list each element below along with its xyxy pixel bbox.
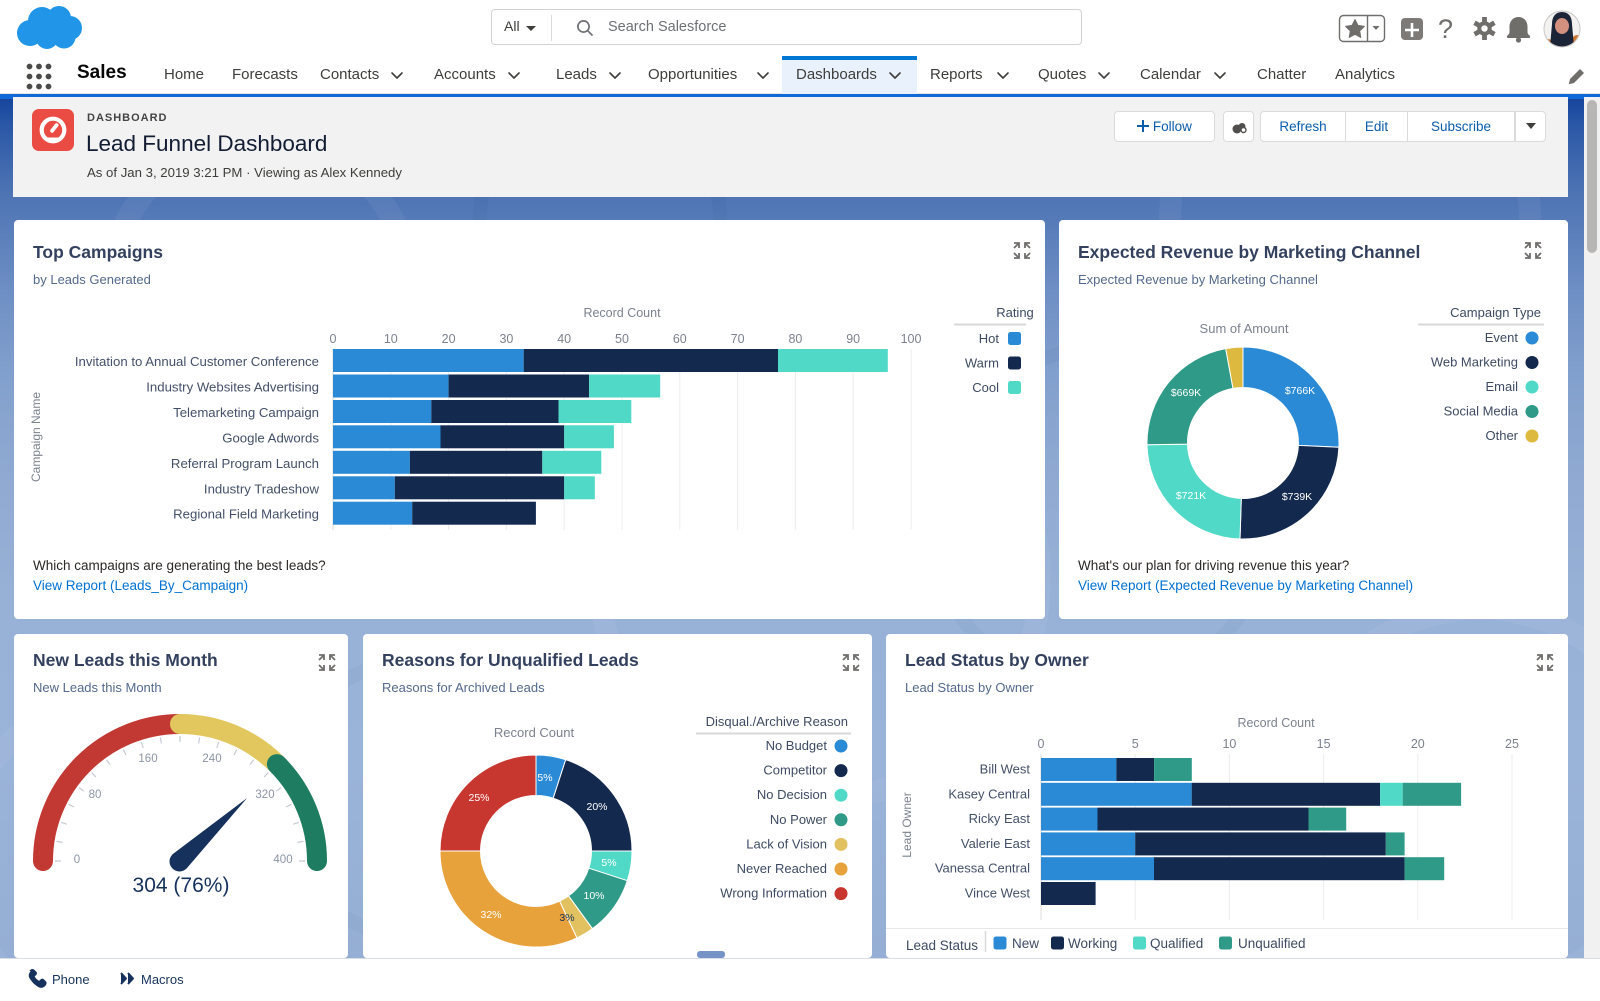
svg-text:Referral Program Launch: Referral Program Launch (171, 456, 319, 471)
svg-text:32%: 32% (480, 909, 501, 921)
svg-text:?: ? (1438, 14, 1453, 44)
svg-text:Competitor: Competitor (763, 763, 827, 778)
svg-text:160: 160 (138, 753, 157, 765)
svg-text:Vince West: Vince West (965, 886, 1031, 901)
svg-text:Campaign Name: Campaign Name (29, 392, 43, 482)
svg-text:Which campaigns are generating: Which campaigns are generating the best … (33, 558, 326, 573)
svg-text:Record Count: Record Count (1237, 716, 1315, 730)
svg-text:Ricky East: Ricky East (969, 811, 1031, 826)
svg-text:30: 30 (499, 332, 513, 346)
svg-text:Warm: Warm (965, 356, 999, 371)
svg-text:No Power: No Power (770, 812, 828, 827)
svg-text:320: 320 (255, 789, 274, 801)
svg-text:10%: 10% (583, 890, 604, 902)
svg-text:10: 10 (384, 332, 398, 346)
svg-text:90: 90 (846, 332, 860, 346)
svg-text:$721K: $721K (1176, 490, 1206, 502)
svg-text:Lack of Vision: Lack of Vision (746, 836, 827, 851)
svg-text:20: 20 (1411, 737, 1425, 751)
svg-text:Disqual./Archive Reason: Disqual./Archive Reason (706, 714, 848, 729)
svg-text:25%: 25% (468, 792, 489, 804)
svg-text:Invitation to Annual Customer: Invitation to Annual Customer Conference (75, 354, 319, 369)
svg-text:Lead Status: Lead Status (906, 938, 978, 953)
svg-text:Working: Working (1068, 936, 1117, 951)
svg-text:Kasey Central: Kasey Central (948, 786, 1030, 801)
svg-text:$739K: $739K (1282, 491, 1312, 503)
svg-text:3%: 3% (559, 912, 574, 924)
svg-text:Record Count: Record Count (583, 306, 661, 320)
svg-text:Google Adwords: Google Adwords (222, 430, 319, 445)
svg-text:Industry Websites Advertising: Industry Websites Advertising (146, 380, 319, 395)
svg-text:View Report (Leads_By_Campaign: View Report (Leads_By_Campaign) (33, 578, 248, 593)
svg-text:Rating: Rating (996, 305, 1034, 320)
svg-text:View Report (Expected Revenue: View Report (Expected Revenue by Marketi… (1078, 578, 1413, 593)
svg-text:Hot: Hot (979, 331, 1000, 346)
svg-text:Telemarketing Campaign: Telemarketing Campaign (173, 405, 319, 420)
svg-text:Other: Other (1485, 428, 1518, 443)
svg-text:5%: 5% (537, 772, 552, 784)
svg-text:40: 40 (557, 332, 571, 346)
svg-text:240: 240 (202, 753, 221, 765)
svg-text:Social Media: Social Media (1444, 404, 1519, 419)
svg-text:No Decision: No Decision (757, 787, 827, 802)
svg-text:Regional Field Marketing: Regional Field Marketing (173, 507, 319, 522)
svg-text:50: 50 (615, 332, 629, 346)
svg-text:Record Count: Record Count (494, 725, 575, 740)
svg-text:20%: 20% (586, 801, 607, 813)
svg-text:400: 400 (273, 854, 292, 866)
svg-text:0: 0 (1038, 737, 1045, 751)
svg-text:304 (76%): 304 (76%) (133, 874, 230, 897)
svg-text:Web Marketing: Web Marketing (1431, 355, 1518, 370)
svg-text:70: 70 (731, 332, 745, 346)
svg-text:Unqualified: Unqualified (1238, 936, 1306, 951)
svg-text:60: 60 (673, 332, 687, 346)
svg-text:$766K: $766K (1285, 385, 1315, 397)
svg-text:New: New (1012, 936, 1039, 951)
svg-text:Vanessa Central: Vanessa Central (935, 861, 1030, 876)
svg-text:Qualified: Qualified (1150, 936, 1203, 951)
svg-text:5%: 5% (601, 857, 616, 869)
svg-text:Cool: Cool (972, 380, 999, 395)
svg-text:0: 0 (330, 332, 337, 346)
svg-text:Event: Event (1485, 330, 1519, 345)
svg-text:10: 10 (1222, 737, 1236, 751)
svg-text:Valerie East: Valerie East (961, 836, 1031, 851)
svg-text:Campaign Type: Campaign Type (1450, 305, 1541, 320)
svg-text:Email: Email (1485, 379, 1518, 394)
svg-text:80: 80 (89, 789, 102, 801)
svg-text:25: 25 (1505, 737, 1519, 751)
svg-text:Sum of Amount: Sum of Amount (1200, 321, 1289, 336)
svg-text:Industry Tradeshow: Industry Tradeshow (204, 481, 320, 496)
svg-text:No Budget: No Budget (766, 738, 828, 753)
svg-text:0: 0 (74, 854, 80, 866)
svg-text:Wrong Information: Wrong Information (720, 886, 827, 901)
svg-text:$669K: $669K (1171, 387, 1201, 399)
svg-text:15: 15 (1317, 737, 1331, 751)
svg-text:Lead Owner: Lead Owner (900, 792, 914, 857)
svg-text:What's our plan for driving re: What's our plan for driving revenue this… (1078, 558, 1349, 573)
svg-text:Never Reached: Never Reached (737, 861, 827, 876)
svg-text:Bill West: Bill West (980, 762, 1031, 777)
svg-text:5: 5 (1132, 737, 1139, 751)
svg-text:100: 100 (901, 332, 922, 346)
svg-text:20: 20 (442, 332, 456, 346)
svg-text:80: 80 (788, 332, 802, 346)
